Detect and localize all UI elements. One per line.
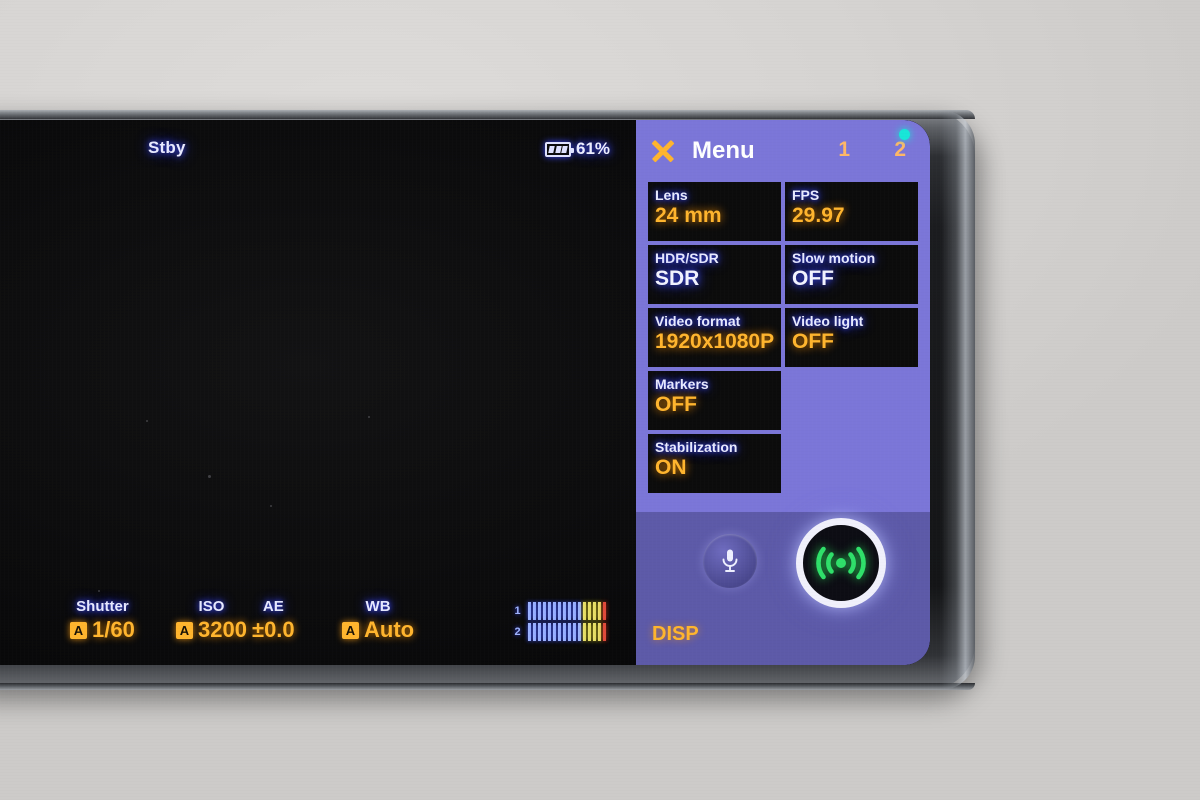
phone-bottom-edge	[0, 683, 975, 690]
exposure-value-text: 3200	[198, 617, 247, 642]
exposure-setting-iso[interactable]: ISO A 3200	[176, 598, 247, 643]
audio-level-meters: 1 2	[511, 602, 606, 641]
exposure-label: Shutter	[76, 598, 129, 615]
settings-menu-panel[interactable]: Menu 1 2 Lens 24 mm FPS 29.97 HDR/SDR SD…	[636, 120, 930, 665]
battery-percent-label: 61%	[576, 139, 611, 158]
battery-bar	[548, 145, 555, 153]
setting-tile-empty	[785, 371, 918, 430]
setting-tile-empty	[785, 434, 918, 493]
tile-value: 24 mm	[655, 204, 722, 228]
exposure-value: A 1/60	[70, 617, 135, 643]
menu-header: Menu 1 2	[636, 120, 930, 182]
recording-status-label: Stby	[148, 138, 186, 157]
viewfinder-top-bar: Stby 61%	[0, 138, 636, 166]
setting-tile-stabilization[interactable]: Stabilization ON	[648, 434, 781, 493]
exposure-setting-shutter[interactable]: Shutter A 1/60	[70, 598, 135, 643]
exposure-label: AE	[262, 598, 284, 615]
viewfinder-bottom-bar: Shutter A 1/60 ISO A 3200 AE ±0.0 WB A A…	[0, 585, 636, 643]
scene: Stby 61% Shutter A 1/60 ISO A 3200 AE ±0…	[0, 0, 1200, 800]
menu-tab-1[interactable]: 1	[838, 138, 850, 162]
battery-bar	[561, 145, 568, 153]
setting-tile-fps[interactable]: FPS 29.97	[785, 182, 918, 241]
settings-tile-grid: Lens 24 mm FPS 29.97 HDR/SDR SDR Slow mo…	[636, 182, 930, 493]
tile-value: 29.97	[792, 204, 845, 228]
auto-mode-chip: A	[342, 621, 359, 639]
close-x-icon[interactable]	[650, 138, 676, 164]
microphone-button[interactable]	[703, 534, 757, 588]
tile-label: Stabilization	[655, 439, 738, 455]
exposure-label: WB	[365, 598, 391, 615]
exposure-value-text: 1/60	[92, 617, 135, 642]
exposure-value: ±0.0	[252, 617, 295, 643]
tile-value: OFF	[792, 267, 834, 291]
exposure-setting-ae[interactable]: AE ±0.0	[252, 598, 295, 643]
exposure-value: A Auto	[342, 617, 414, 643]
setting-tile-hdr-sdr[interactable]: HDR/SDR SDR	[648, 245, 781, 304]
disp-button[interactable]: DISP	[652, 623, 699, 646]
camera-control-bar: DISP	[636, 512, 930, 665]
active-tab-dot-icon	[899, 129, 910, 140]
tile-label: FPS	[792, 187, 820, 203]
menu-title: Menu	[692, 137, 755, 164]
battery-indicator: 61%	[545, 139, 610, 159]
microphone-icon	[722, 549, 738, 572]
phone-side-rail	[941, 110, 975, 690]
dust-speck	[146, 420, 148, 422]
audio-channel-label: 2	[514, 626, 521, 638]
audio-meter-row: 2	[511, 623, 606, 641]
audio-channel-label: 1	[514, 605, 521, 617]
streaming-broadcast-icon	[816, 546, 866, 580]
exposure-label: ISO	[198, 598, 225, 615]
tile-value: SDR	[655, 267, 700, 291]
menu-tab-2[interactable]: 2	[894, 138, 906, 162]
auto-mode-chip: A	[70, 621, 87, 639]
tile-value: 1920x1080P	[655, 330, 775, 354]
tile-label: Video format	[655, 313, 741, 329]
audio-meter-row: 1	[511, 602, 606, 620]
tile-label: Lens	[655, 187, 688, 203]
audio-meter-bars-ch1	[528, 602, 606, 620]
exposure-value: A 3200	[176, 617, 247, 643]
tile-value: OFF	[792, 330, 834, 354]
setting-tile-video-light[interactable]: Video light OFF	[785, 308, 918, 367]
record-stream-button[interactable]	[796, 518, 886, 608]
tile-label: Markers	[655, 376, 709, 392]
setting-tile-video-format[interactable]: Video format 1920x1080P	[648, 308, 781, 367]
setting-tile-slow-motion[interactable]: Slow motion OFF	[785, 245, 918, 304]
dust-speck	[368, 416, 370, 418]
exposure-value-text: ±0.0	[252, 617, 295, 642]
dust-speck	[208, 475, 211, 478]
battery-icon	[545, 141, 574, 157]
tile-label: HDR/SDR	[655, 250, 719, 266]
exposure-value-text: Auto	[364, 617, 415, 642]
tile-label: Slow motion	[792, 250, 876, 266]
tile-value: OFF	[655, 393, 697, 417]
phone-screen[interactable]: Stby 61% Shutter A 1/60 ISO A 3200 AE ±0…	[0, 120, 930, 665]
phone-top-edge	[0, 110, 975, 119]
dust-speck	[270, 505, 272, 507]
tile-value: ON	[655, 456, 687, 480]
setting-tile-markers[interactable]: Markers OFF	[648, 371, 781, 430]
setting-tile-lens[interactable]: Lens 24 mm	[648, 182, 781, 241]
tile-label: Video light	[792, 313, 864, 329]
battery-bar	[554, 145, 562, 153]
auto-mode-chip: A	[176, 621, 193, 639]
audio-meter-bars-ch2	[528, 623, 606, 641]
exposure-setting-wb[interactable]: WB A Auto	[342, 598, 414, 643]
